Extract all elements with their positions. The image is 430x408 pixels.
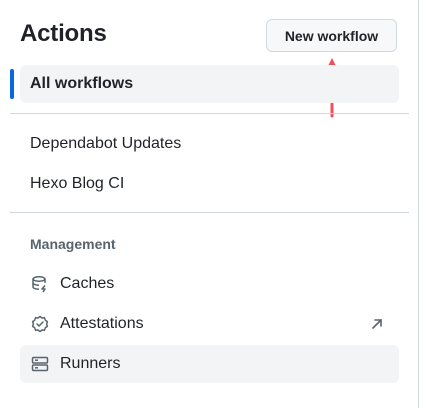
divider [10,113,409,114]
sidebar-item-runners[interactable]: Runners [20,345,399,383]
external-link-icon [372,319,382,329]
active-indicator [10,69,14,99]
sidebar-item-attestations[interactable]: Attestations [20,305,399,343]
divider [10,212,409,213]
section-label-management: Management [30,236,116,252]
verified-badge-icon [30,314,50,334]
sidebar-item-label: Caches [60,275,115,292]
sidebar-item-caches[interactable]: Caches [20,265,399,303]
sidebar-right-border [418,0,419,408]
sidebar-item-label: Dependabot Updates [30,135,182,152]
sidebar-item-all-workflows[interactable]: All workflows [20,65,399,103]
sidebar-item-dependabot-updates[interactable]: Dependabot Updates [20,125,399,163]
server-icon [30,354,50,374]
new-workflow-button[interactable]: New workflow [266,19,397,52]
sidebar-item-label: Attestations [60,315,144,332]
sidebar-item-label: All workflows [30,75,134,92]
sidebar-item-hexo-blog-ci[interactable]: Hexo Blog CI [20,165,399,203]
sidebar-item-label: Hexo Blog CI [30,175,125,192]
page-title: Actions [20,20,107,47]
database-icon [30,274,50,294]
sidebar-item-label: Runners [60,355,121,372]
